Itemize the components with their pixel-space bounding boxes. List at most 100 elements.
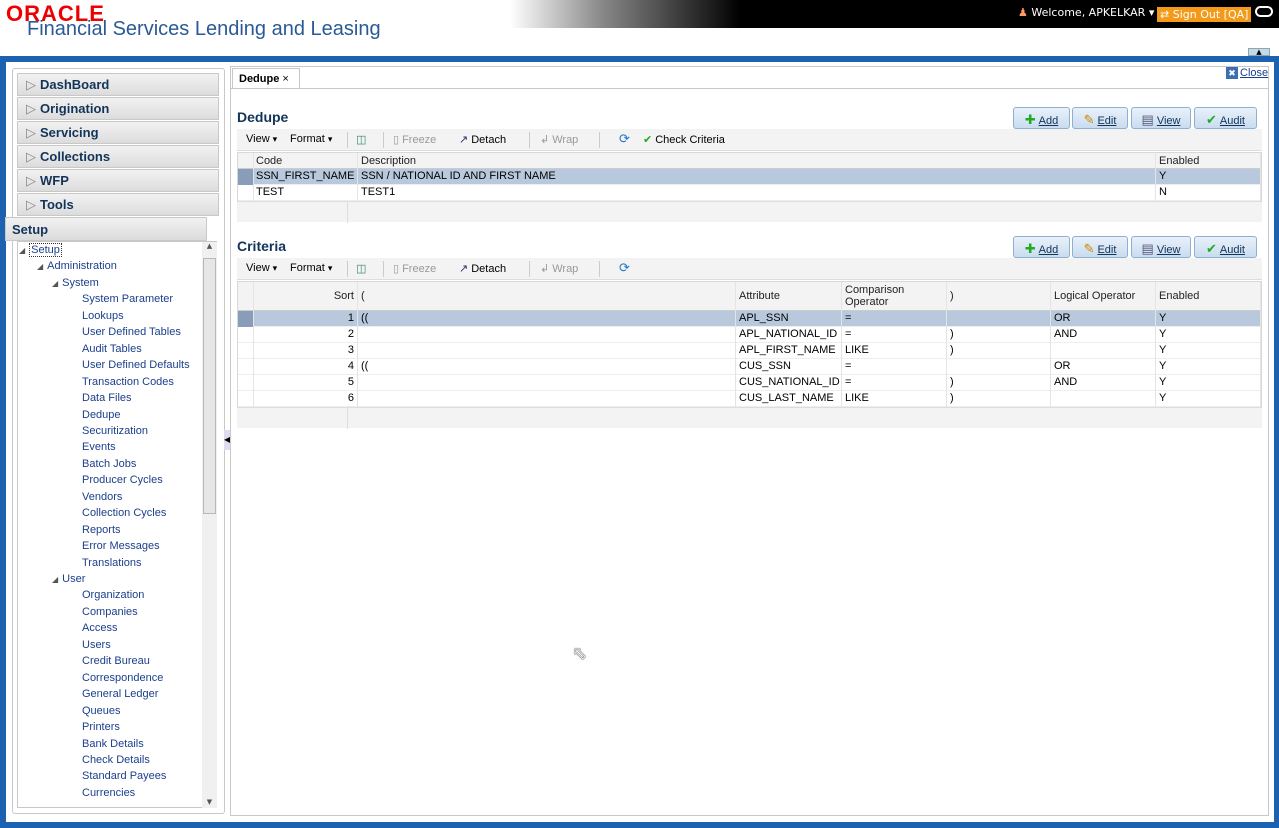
tree-item[interactable]: Printers <box>82 721 120 733</box>
tree-scrollbar-thumb[interactable] <box>203 258 216 514</box>
dedupe-format-menu[interactable]: Format ▾ <box>290 133 332 145</box>
tree-item[interactable]: Transaction Codes <box>82 376 174 388</box>
accordion-setup[interactable]: Setup <box>5 217 207 241</box>
expand-triangle-icon[interactable]: ◢ <box>52 575 58 584</box>
dedupe-detach-button[interactable]: ↗ Detach <box>459 133 506 146</box>
table-row[interactable]: 2 APL_NATIONAL_ID =) AND Y <box>238 327 1261 343</box>
row-selector[interactable] <box>238 359 254 375</box>
criteria-wrap-button[interactable]: ↲ Wrap <box>540 262 578 275</box>
tree-item[interactable]: ◢ System <box>52 277 99 289</box>
collapse-header-button[interactable]: ▲ <box>1248 48 1270 56</box>
tree-item[interactable]: System Parameter <box>82 293 173 305</box>
dedupe-refresh-icon[interactable]: ⟳ <box>619 131 630 147</box>
criteria-refresh-icon[interactable]: ⟳ <box>619 260 630 276</box>
tree-item[interactable]: Reports <box>82 524 121 536</box>
table-row[interactable]: SSN_FIRST_NAME SSN / NATIONAL ID AND FIRS… <box>238 169 1261 185</box>
criteria-view-menu[interactable]: View ▾ <box>246 262 277 274</box>
table-row[interactable]: 5 CUS_NATIONAL_ID =) AND Y <box>238 375 1261 391</box>
dedupe-query-by-example-icon[interactable]: ◫ <box>356 133 366 146</box>
accordion-wfp[interactable]: ▷ WFP <box>17 169 219 192</box>
row-selector[interactable] <box>238 391 254 407</box>
tree-item[interactable]: Producer Cycles <box>82 474 163 486</box>
tree-item[interactable]: Users <box>82 639 111 651</box>
column-header[interactable]: Enabled <box>1156 153 1261 169</box>
tree-item[interactable]: General Ledger <box>82 688 158 700</box>
tree-item[interactable]: ◢ Setup <box>19 243 62 257</box>
table-row[interactable]: TEST TEST1 N <box>238 185 1261 201</box>
dedupe-freeze-button[interactable]: ▯ Freeze <box>393 133 436 146</box>
close-tab-icon[interactable]: × <box>282 73 288 85</box>
column-header[interactable]: Attribute <box>736 282 842 311</box>
criteria-add-button[interactable]: ✚ Add <box>1013 236 1070 258</box>
close-button[interactable]: ✖ Close <box>1226 67 1268 79</box>
tree-item[interactable]: ◢ User <box>52 573 85 585</box>
column-header[interactable]: Comparison Operator <box>842 282 947 311</box>
tree-item[interactable]: Check Details <box>82 754 150 766</box>
column-header[interactable]: Description <box>358 153 1156 169</box>
dedupe-edit-button[interactable]: ✎ Edit <box>1072 107 1128 129</box>
criteria-query-by-example-icon[interactable]: ◫ <box>356 262 366 275</box>
dedupe-wrap-button[interactable]: ↲ Wrap <box>540 133 578 146</box>
criteria-view-button[interactable]: ▤ View <box>1131 236 1191 258</box>
column-header[interactable]: Enabled <box>1156 282 1261 311</box>
tree-item[interactable]: Currencies <box>82 787 135 799</box>
criteria-freeze-button[interactable]: ▯ Freeze <box>393 262 436 275</box>
tree-item[interactable]: User Defined Defaults <box>82 359 190 371</box>
criteria-edit-button[interactable]: ✎ Edit <box>1072 236 1128 258</box>
accordion-collections[interactable]: ▷ Collections <box>17 145 219 168</box>
tree-item[interactable]: Queues <box>82 705 121 717</box>
tab-dedupe[interactable]: Dedupe × <box>232 68 300 89</box>
user-menu[interactable]: ♟ Welcome, APKELKAR ▾ <box>1018 6 1154 19</box>
column-header[interactable]: ( <box>358 282 736 311</box>
tree-item[interactable]: ◢ Administration <box>37 260 117 272</box>
accordion-dashboard[interactable]: ▷ DashBoard <box>17 73 219 96</box>
tree-item[interactable]: Audit Tables <box>82 343 142 355</box>
accordion-servicing[interactable]: ▷ Servicing <box>17 121 219 144</box>
row-selector[interactable] <box>238 343 254 359</box>
criteria-format-menu[interactable]: Format ▾ <box>290 262 332 274</box>
expand-triangle-icon[interactable]: ◢ <box>37 262 43 271</box>
row-selector[interactable] <box>238 327 254 343</box>
row-selector[interactable] <box>238 375 254 391</box>
accordion-origination[interactable]: ▷ Origination <box>17 97 219 120</box>
expand-triangle-icon[interactable]: ◢ <box>19 246 25 255</box>
dedupe-view-button[interactable]: ▤ View <box>1131 107 1191 129</box>
row-selector[interactable] <box>238 311 254 327</box>
row-selector[interactable] <box>238 185 254 201</box>
tree-item[interactable]: Securitization <box>82 425 148 437</box>
criteria-detach-button[interactable]: ↗ Detach <box>459 262 506 275</box>
column-header[interactable]: Sort <box>254 282 358 311</box>
tree-item[interactable]: Batch Jobs <box>82 458 136 470</box>
table-row[interactable]: 1((APL_SSN = OR Y <box>238 311 1261 327</box>
tree-item[interactable]: Access <box>82 622 117 634</box>
tree-item[interactable]: User Defined Tables <box>82 326 181 338</box>
tree-item[interactable]: Data Files <box>82 392 132 404</box>
tree-item[interactable]: Collection Cycles <box>82 507 166 519</box>
tree-item[interactable]: Dedupe <box>82 409 121 421</box>
tree-item[interactable]: Correspondence <box>82 672 163 684</box>
table-row[interactable]: 3 APL_FIRST_NAME LIKE) Y <box>238 343 1261 359</box>
row-selector[interactable] <box>238 169 254 185</box>
column-header[interactable]: ) <box>947 282 1051 311</box>
column-header[interactable]: Code <box>253 153 358 169</box>
tree-item[interactable]: Bank Details <box>82 738 144 750</box>
tree-item[interactable]: Lookups <box>82 310 124 322</box>
tree-item[interactable]: Standard Payees <box>82 770 166 782</box>
dedupe-add-button[interactable]: ✚ Add <box>1013 107 1070 129</box>
dedupe-view-menu[interactable]: View ▾ <box>246 133 277 145</box>
tree-item[interactable]: Vendors <box>82 491 122 503</box>
tree-item[interactable]: Companies <box>82 606 138 618</box>
table-row[interactable]: 6 CUS_LAST_NAME LIKE) Y <box>238 391 1261 407</box>
criteria-audit-button[interactable]: ✔ Audit <box>1194 236 1257 258</box>
tree-item[interactable]: Organization <box>82 589 144 601</box>
dedupe-check-criteria-button[interactable]: ✔ Check Criteria <box>643 133 725 146</box>
dedupe-audit-button[interactable]: ✔ Audit <box>1194 107 1257 129</box>
tree-item[interactable]: Translations <box>82 557 142 569</box>
tree-item[interactable]: Error Messages <box>82 540 160 552</box>
column-header[interactable]: Logical Operator <box>1051 282 1156 311</box>
accordion-tools[interactable]: ▷ Tools <box>17 193 219 216</box>
expand-triangle-icon[interactable]: ◢ <box>52 279 58 288</box>
tree-item[interactable]: Credit Bureau <box>82 655 150 667</box>
table-row[interactable]: 4((CUS_SSN = OR Y <box>238 359 1261 375</box>
sign-out-button[interactable]: ⇄ Sign Out [QA] <box>1157 7 1252 22</box>
